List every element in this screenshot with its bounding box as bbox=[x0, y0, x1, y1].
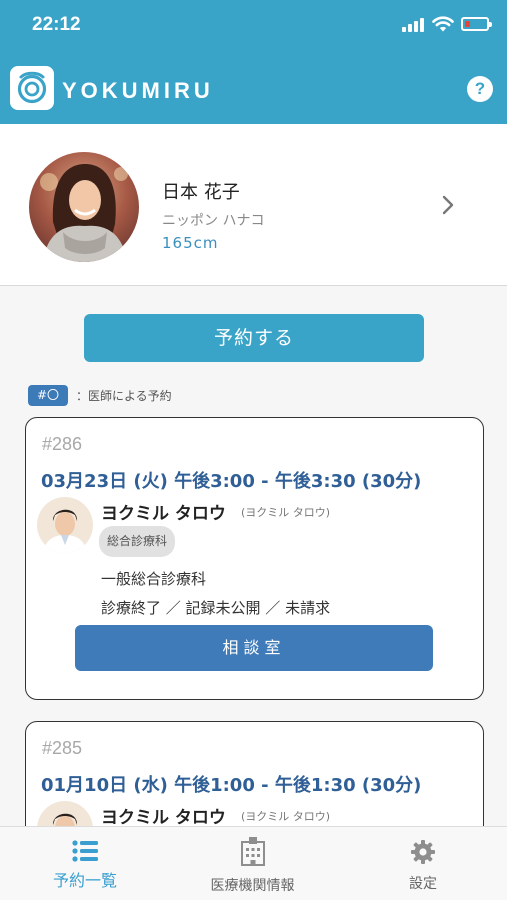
book-appointment-button[interactable]: 予約する bbox=[84, 314, 424, 362]
appointment-card[interactable]: #286 03月23日 (火) 午後3:00 - 午後3:30 (30分) ヨク… bbox=[25, 417, 484, 700]
appointment-id: #286 bbox=[42, 434, 83, 454]
doctor-booking-legend-badge: #〇 bbox=[28, 385, 68, 406]
appointment-status: 診療終了 ／ 記録未公開 ／ 未請求 bbox=[101, 599, 331, 617]
appointment-id: #285 bbox=[42, 738, 83, 758]
legend-description: ：医師による予約 bbox=[76, 389, 172, 403]
department-tag: 総合診療科 bbox=[99, 526, 176, 557]
user-avatar bbox=[29, 152, 139, 262]
user-height: 165cm bbox=[162, 234, 219, 252]
chevron-right-icon bbox=[442, 195, 454, 215]
tab-label: 設定 bbox=[409, 876, 437, 892]
gear-icon bbox=[411, 840, 435, 864]
appointment-time: 01月10日 (水) 午後1:00 - 午後1:30 (30分) bbox=[41, 775, 422, 796]
status-time: 22:12 bbox=[32, 14, 81, 35]
profile-card[interactable]: 日本 花子 ニッポン ハナコ 165cm bbox=[0, 124, 507, 286]
bottom-tab-bar: 予約一覧 医療機関情報 設定 bbox=[0, 826, 507, 900]
tab-appointment-list[interactable]: 予約一覧 bbox=[35, 827, 135, 900]
app-header: 22:12 YOKUMIRU ? bbox=[0, 0, 507, 124]
list-icon bbox=[72, 840, 98, 862]
user-name-kana: ニッポン ハナコ bbox=[162, 213, 265, 229]
doctor-name-kana: (ヨクミル タロウ) bbox=[241, 810, 331, 823]
battery-icon bbox=[461, 17, 492, 31]
app-logo-icon bbox=[10, 66, 54, 110]
tab-label: 医療機関情報 bbox=[210, 878, 295, 894]
wifi-icon bbox=[432, 16, 454, 32]
doctor-name-kana: (ヨクミル タロウ) bbox=[241, 506, 331, 519]
app-brand-name: YOKUMIRU bbox=[62, 78, 214, 103]
doctor-name: ヨクミル タロウ bbox=[101, 504, 226, 524]
doctor-avatar bbox=[37, 497, 93, 553]
department-name: 一般総合診療科 bbox=[101, 570, 207, 588]
help-button[interactable]: ? bbox=[467, 76, 493, 102]
user-name: 日本 花子 bbox=[162, 182, 240, 203]
consultation-room-button[interactable]: 相談室 bbox=[75, 625, 433, 671]
tab-settings[interactable]: 設定 bbox=[390, 827, 456, 900]
tab-medical-institution-info[interactable]: 医療機関情報 bbox=[190, 827, 315, 900]
hospital-icon bbox=[241, 837, 265, 866]
status-bar: 22:12 bbox=[0, 0, 507, 50]
tab-label: 予約一覧 bbox=[52, 871, 117, 890]
doctor-name: ヨクミル タロウ bbox=[101, 808, 226, 828]
cellular-signal-icon bbox=[402, 18, 426, 32]
appointment-time: 03月23日 (火) 午後3:00 - 午後3:30 (30分) bbox=[41, 471, 422, 492]
